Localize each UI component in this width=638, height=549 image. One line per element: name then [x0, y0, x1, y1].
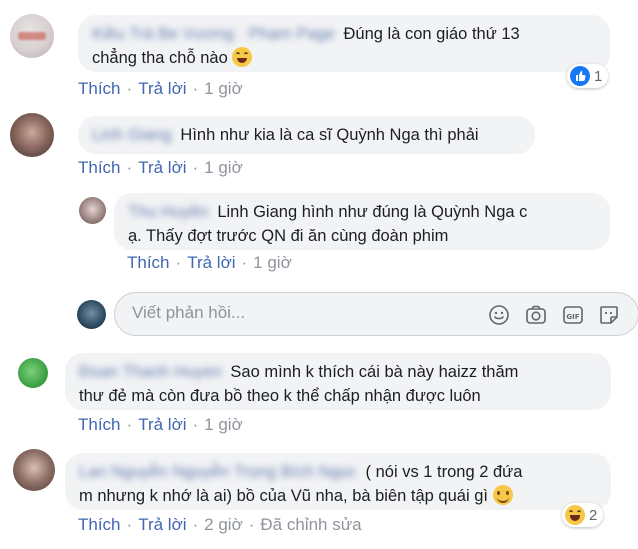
comment-author[interactable]: Đoan Thanh Huyen — [79, 360, 222, 384]
comment-time[interactable]: 1 giờ — [204, 415, 243, 434]
comment-actions: Thích · Trả lời · 2 giờ · Đã chỉnh sửa — [78, 515, 362, 535]
reply-link[interactable]: Trả lời — [138, 515, 186, 534]
comment-bubble: Lan Nguyễn Nguyễn Trọng Bích Ngọc ( nói … — [65, 453, 611, 510]
comment-time[interactable]: 1 giờ — [204, 79, 243, 98]
avatar[interactable] — [10, 113, 54, 157]
separator-dot: · — [126, 79, 133, 98]
reaction-badge[interactable]: 2 — [562, 503, 604, 527]
separator-dot: · — [192, 79, 199, 98]
svg-text:GIF: GIF — [566, 313, 579, 321]
grinning-emoji-icon — [492, 485, 513, 505]
comment-time[interactable]: 1 giờ — [204, 158, 243, 177]
like-link[interactable]: Thích — [78, 158, 121, 177]
separator-dot: · — [241, 253, 248, 272]
comment-time[interactable]: 2 giờ — [204, 515, 243, 534]
reply-placeholder: Viết phản hồi... — [132, 303, 246, 322]
comment-text: Sao mình k thích cái bà này haizz thăm — [230, 363, 519, 381]
comment-text-2: chẳng tha chỗ nào — [92, 49, 228, 67]
comment-bubble: Thu Huyền Linh Giang hình như đúng là Qu… — [114, 193, 610, 250]
separator-dot: · — [248, 515, 255, 534]
haha-reaction-icon — [565, 505, 585, 525]
reply-link[interactable]: Trả lời — [187, 253, 235, 272]
like-reaction-icon — [570, 66, 590, 86]
comment-text-2: thư đẻ mà còn đưa bồ theo k thể chấp nhậ… — [79, 387, 481, 405]
comment-actions: Thích · Trả lời · 1 giờ — [78, 158, 243, 178]
comment-author[interactable]: Lan Nguyễn Nguyễn Trọng Bích Ngọc — [79, 460, 357, 484]
camera-icon[interactable] — [525, 304, 547, 326]
comment-text: Linh Giang hình như đúng là Quỳnh Nga c — [217, 203, 528, 221]
comment-bubble: Linh Giang Hình như kia là ca sĩ Quỳnh N… — [78, 116, 535, 154]
comment-time[interactable]: 1 giờ — [253, 253, 292, 272]
like-link[interactable]: Thích — [78, 515, 121, 534]
like-link[interactable]: Thích — [127, 253, 170, 272]
avatar[interactable] — [12, 352, 54, 394]
reply-link[interactable]: Trả lời — [138, 415, 186, 434]
avatar[interactable] — [79, 197, 106, 224]
comment-author[interactable]: Linh Giang — [92, 123, 172, 147]
comment-bubble: Kiều Trà Be Vương · Phạm Page Đúng là co… — [78, 15, 610, 72]
reply-link[interactable]: Trả lời — [138, 79, 186, 98]
like-link[interactable]: Thích — [78, 79, 121, 98]
sticker-icon[interactable] — [598, 304, 620, 326]
like-link[interactable]: Thích — [78, 415, 121, 434]
separator-dot: · — [192, 515, 199, 534]
comment-actions: Thích · Trả lời · 1 giờ — [78, 415, 243, 435]
separator-dot: · — [192, 158, 199, 177]
comment-actions: Thích · Trả lời · 1 giờ — [127, 253, 292, 273]
comment-text: ( nói vs 1 trong 2 đứa — [365, 463, 523, 481]
comment-text-2: m nhưng k nhớ là ai) bồ của Vũ nha, bà b… — [79, 487, 488, 505]
comment-actions: Thích · Trả lời · 1 giờ — [78, 79, 243, 99]
reply-link[interactable]: Trả lời — [138, 158, 186, 177]
emoji-icon[interactable] — [488, 304, 510, 326]
edited-label[interactable]: Đã chỉnh sửa — [260, 515, 361, 534]
comment-text: Đúng là con giáo thứ 13 — [343, 25, 520, 43]
gif-icon[interactable]: GIF — [562, 304, 584, 326]
comment-author[interactable]: Thu Huyền — [128, 200, 209, 224]
separator-dot: · — [126, 415, 133, 434]
separator-dot: · — [126, 158, 133, 177]
comment-text-2: ạ. Thấy đợt trước QN đi ăn cùng đoàn phi… — [128, 227, 449, 245]
avatar[interactable] — [10, 14, 54, 58]
comment-text: Hình như kia là ca sĩ Quỳnh Nga thì phải — [180, 126, 479, 144]
separator-dot: · — [192, 415, 199, 434]
avatar[interactable] — [13, 449, 55, 491]
separator-dot: · — [126, 515, 133, 534]
comment-bubble: Đoan Thanh Huyen Sao mình k thích cái bà… — [65, 353, 611, 410]
separator-dot: · — [175, 253, 182, 272]
comment-author[interactable]: Kiều Trà Be Vương · Phạm Page — [92, 22, 335, 46]
reaction-count: 2 — [589, 506, 598, 524]
laughing-emoji-icon — [232, 47, 253, 67]
reaction-count: 1 — [594, 67, 603, 85]
user-avatar[interactable] — [77, 300, 106, 329]
reply-input[interactable]: Viết phản hồi... GIF — [114, 292, 638, 336]
reaction-badge[interactable]: 1 — [567, 64, 609, 88]
